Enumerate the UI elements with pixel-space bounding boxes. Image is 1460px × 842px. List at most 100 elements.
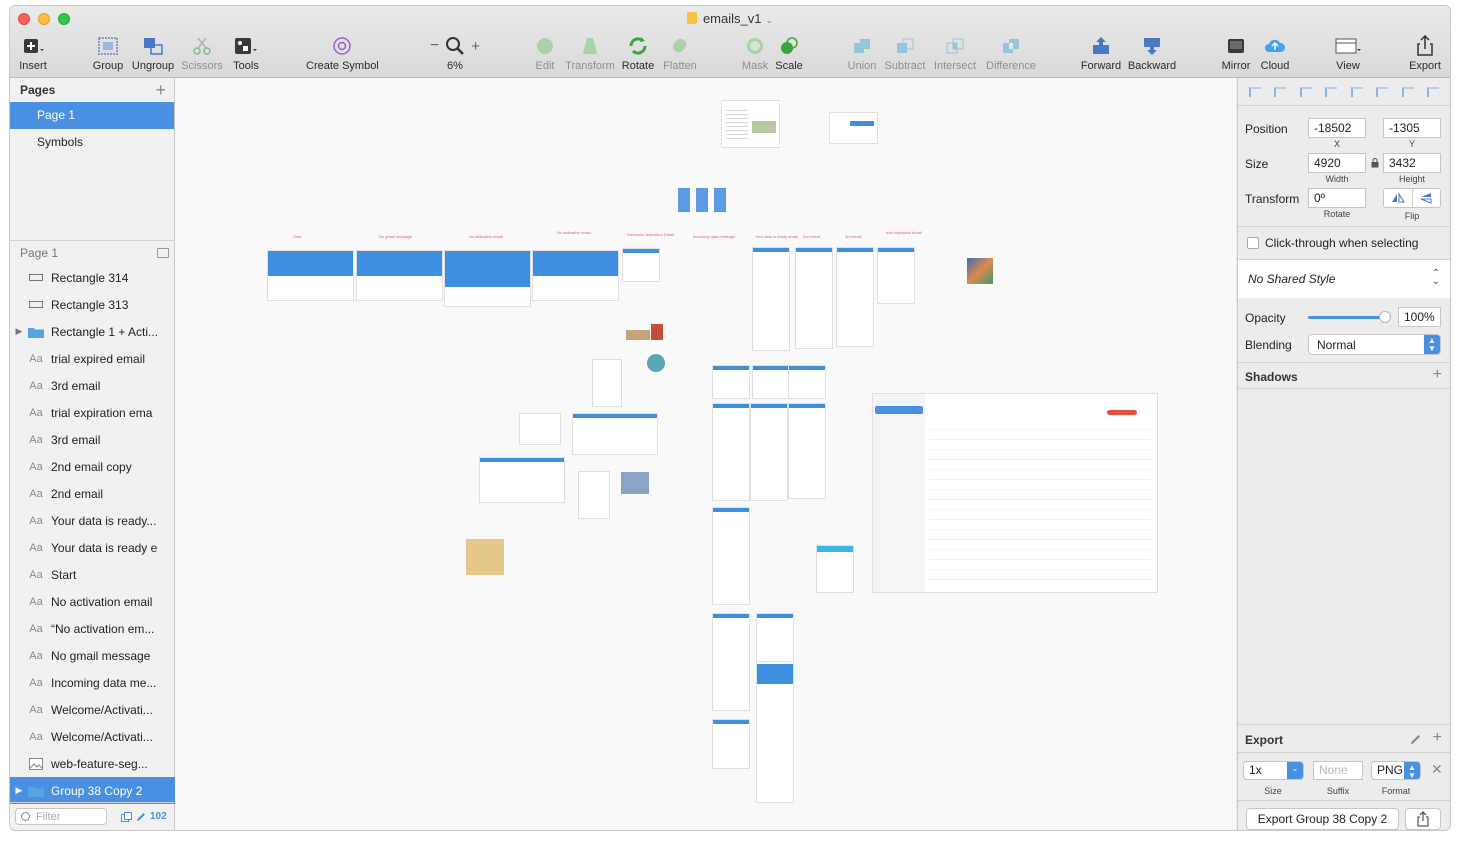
share-export-button[interactable] [1405, 808, 1441, 830]
artboard-thumbnail[interactable] [830, 113, 877, 143]
artboard-mid[interactable] [713, 366, 749, 398]
layer-item[interactable]: Aa 3rd email [10, 426, 175, 453]
edit-button[interactable]: Edit [530, 34, 560, 74]
artboard-lower-tall[interactable] [757, 662, 793, 802]
zoom-control[interactable]: − + 6% [424, 34, 486, 74]
add-export-icon[interactable]: + [1433, 729, 1442, 747]
artboard-mid-tall[interactable] [713, 404, 749, 500]
screen-thumbnail[interactable] [817, 546, 853, 592]
layer-item[interactable]: Aa 2nd email copy [10, 453, 175, 480]
screen-thumbnail[interactable] [480, 458, 564, 502]
artboard-no-activation[interactable] [445, 251, 530, 306]
layer-item[interactable]: Aa Incoming data me... [10, 669, 175, 696]
export-suffix-input[interactable]: None [1313, 761, 1363, 780]
artboard-2nd-email[interactable] [796, 248, 832, 348]
rotate-field[interactable]: 0º [1308, 188, 1366, 208]
artboard-no-gmail[interactable] [357, 251, 442, 300]
export-format-select[interactable]: PNG ▲ ▼ [1371, 761, 1421, 780]
icon-grid[interactable] [678, 188, 730, 212]
align-bottom-icon[interactable] [1427, 86, 1440, 97]
layer-item[interactable]: Aa Welcome/Activati... [10, 723, 175, 750]
layer-item[interactable]: Aa trial expiration ema [10, 399, 175, 426]
export-selection-button[interactable]: Export Group 38 Copy 2 [1246, 808, 1399, 830]
insert-button[interactable]: Insert [18, 34, 48, 74]
add-shadow-icon[interactable]: + [1433, 366, 1442, 384]
opacity-slider-knob[interactable] [1379, 311, 1391, 323]
rotate-button[interactable]: Rotate [621, 34, 655, 74]
blending-select[interactable]: Normal ▲ ▼ [1308, 334, 1441, 355]
subtract-button[interactable]: Subtract [882, 34, 928, 74]
remove-export-icon[interactable]: ✕ [1431, 761, 1443, 778]
add-page-icon[interactable]: + [155, 81, 166, 99]
flip-horizontal-icon[interactable] [1384, 189, 1413, 207]
forward-button[interactable]: Forward [1080, 34, 1122, 74]
layer-item[interactable]: ▶ Rectangle 1 + Acti... [10, 318, 175, 345]
export-size-select[interactable]: 1x ⌄ [1243, 761, 1304, 780]
layer-item[interactable]: Aa 2nd email [10, 480, 175, 507]
create-symbol-button[interactable]: Create Symbol [306, 34, 379, 74]
artboard-welcome[interactable] [623, 249, 659, 281]
artboard-lower[interactable] [713, 720, 749, 768]
mirror-button[interactable]: Mirror [1218, 34, 1254, 74]
layer-item[interactable]: Aa trial expired email [10, 345, 175, 372]
artboard-mid[interactable] [753, 366, 789, 398]
mask-button[interactable]: Mask [740, 34, 770, 74]
layers-header[interactable]: Page 1 [10, 240, 175, 264]
backward-button[interactable]: Backward [1126, 34, 1178, 74]
artboard-trial-expiration[interactable] [878, 248, 914, 303]
layer-item[interactable]: Aa Your data is ready e [10, 534, 175, 561]
illustration-image[interactable] [621, 472, 649, 494]
layer-item[interactable]: Rectangle 314 [10, 264, 175, 291]
screen-thumbnail[interactable] [593, 360, 621, 406]
collapse-pages-icon[interactable] [157, 247, 169, 258]
small-illustration[interactable] [651, 324, 663, 340]
artboard-thumbnail[interactable] [722, 101, 779, 147]
artboard-mid-tall[interactable] [751, 404, 787, 500]
artboard-lower[interactable] [713, 508, 749, 604]
align-right-icon[interactable] [1350, 86, 1363, 97]
layer-item[interactable]: Aa Welcome/Activati... [10, 696, 175, 723]
align-top-icon[interactable] [1376, 86, 1389, 97]
artboard-mid-tall[interactable] [789, 404, 825, 498]
flatten-button[interactable]: Flatten [662, 34, 698, 74]
difference-button[interactable]: Difference [984, 34, 1038, 74]
view-button[interactable]: View [1330, 34, 1366, 74]
layer-item[interactable]: Rectangle 313 [10, 291, 175, 318]
zoom-in-icon[interactable]: + [471, 38, 480, 55]
lock-ratio-icon[interactable] [1371, 157, 1379, 168]
transform-button[interactable]: Transform [565, 34, 615, 74]
shared-style-select[interactable]: No Shared Style ⌃ ⌄ [1238, 260, 1450, 298]
bookshelf-illustration[interactable] [466, 539, 504, 575]
intersect-button[interactable]: Intersect [932, 34, 978, 74]
cloud-button[interactable]: Cloud [1258, 34, 1292, 74]
export-edit-icon[interactable] [1410, 733, 1422, 748]
align-left-icon[interactable] [1299, 86, 1312, 97]
ungroup-button[interactable]: Ungroup [130, 34, 176, 74]
union-button[interactable]: Union [845, 34, 879, 74]
align-middle-icon[interactable] [1401, 86, 1414, 97]
filter-input[interactable]: Filter [15, 808, 107, 825]
screen-thumbnail[interactable] [573, 414, 657, 454]
layer-item[interactable]: Aa 3rd email [10, 372, 175, 399]
small-illustration[interactable] [626, 330, 650, 340]
layer-item[interactable]: Aa No activation email [10, 588, 175, 615]
tools-button[interactable]: Tools [228, 34, 264, 74]
zoom-out-icon[interactable]: − [430, 37, 439, 55]
layer-item[interactable]: Aa Start [10, 561, 175, 588]
screen-thumbnail[interactable] [579, 472, 609, 518]
artboard-canvas[interactable]: Start No gmail message No activation ema… [175, 78, 1236, 830]
layer-count[interactable]: 102 [121, 811, 167, 822]
width-field[interactable]: 4920 [1308, 153, 1366, 173]
position-y-field[interactable]: -1305 [1383, 118, 1441, 138]
artboard-start[interactable] [268, 251, 353, 300]
avatar-grid-illustration[interactable] [967, 258, 993, 284]
artboard-data-ready[interactable] [753, 248, 789, 350]
shadows-header[interactable]: Shadows [1245, 370, 1298, 384]
layer-item[interactable]: Aa Your data is ready... [10, 507, 175, 534]
flip-vertical-icon[interactable] [1413, 189, 1441, 207]
artboard-3rd-email[interactable] [837, 248, 873, 346]
click-through-checkbox[interactable] [1247, 237, 1259, 249]
group-button[interactable]: Group [90, 34, 126, 74]
disclosure-triangle-icon[interactable]: ▶ [10, 326, 28, 337]
height-field[interactable]: 3432 [1383, 153, 1441, 173]
